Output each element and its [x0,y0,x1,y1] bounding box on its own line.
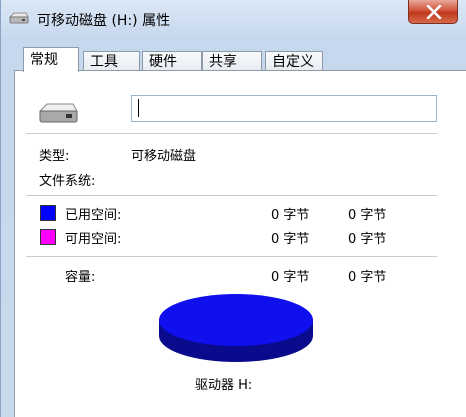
divider [26,133,437,134]
free-space-swatch [40,229,56,245]
divider [26,256,437,257]
tab-sharing[interactable]: 共享 [202,51,262,72]
properties-window: 可移动磁盘 (H:) 属性 常规 工具 硬件 共享 自定义 类型: 可移动磁盘 … [0,0,466,417]
used-space-swatch [40,205,56,221]
tab-customize[interactable]: 自定义 [265,51,323,72]
free-space-bytes: 0 字节 [271,232,310,247]
used-space-bytes: 0 字节 [271,208,310,223]
free-space-label: 可用空间: [65,232,122,247]
type-value: 可移动磁盘 [131,149,197,164]
window-title: 可移动磁盘 (H:) 属性 [37,13,171,29]
tab-general[interactable]: 常规 [23,47,79,72]
tab-tools[interactable]: 工具 [83,51,140,72]
tab-hardware[interactable]: 硬件 [142,51,202,72]
used-space-size: 0 字节 [348,208,387,223]
disk-usage-pie [159,294,313,362]
capacity-bytes: 0 字节 [271,270,310,285]
volume-name-input[interactable] [131,95,437,122]
capacity-size: 0 字节 [348,270,387,285]
divider [26,195,437,196]
capacity-label: 容量: [65,270,96,285]
drive-letter-label: 驱动器 H: [195,378,253,393]
used-space-label: 已用空间: [65,208,122,223]
close-icon [426,5,442,19]
pie-top [159,294,313,346]
filesystem-label: 文件系统: [39,174,96,189]
drive-icon [9,12,29,26]
removable-drive-icon [37,102,79,130]
text-cursor [138,99,139,117]
type-label: 类型: [39,149,70,164]
close-button[interactable] [408,0,458,24]
free-space-size: 0 字节 [348,232,387,247]
title-bar[interactable]: 可移动磁盘 (H:) 属性 [1,0,466,36]
